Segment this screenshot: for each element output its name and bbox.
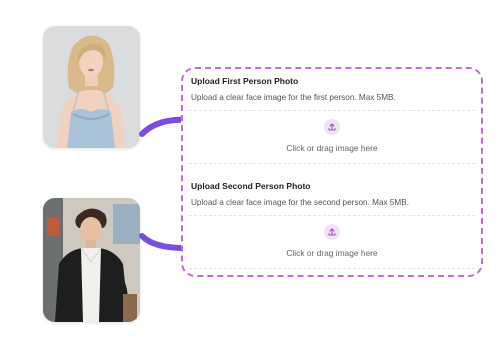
second-person-dropzone[interactable]: Click or drag image here	[189, 215, 475, 269]
first-person-dropzone-text: Click or drag image here	[286, 143, 378, 153]
first-person-upload-section: Upload First Person Photo Upload a clear…	[189, 75, 475, 164]
second-person-upload-title: Upload Second Person Photo	[191, 181, 311, 191]
stage: Upload First Person Photo Upload a clear…	[0, 0, 500, 347]
second-person-upload-description: Upload a clear face image for the second…	[191, 198, 409, 207]
second-person-photo	[43, 198, 140, 322]
first-person-upload-title: Upload First Person Photo	[191, 76, 299, 86]
second-person-upload-section: Upload Second Person Photo Upload a clea…	[189, 180, 475, 269]
upload-icon	[324, 119, 340, 135]
first-person-photo	[43, 26, 140, 148]
second-person-dropzone-text: Click or drag image here	[286, 248, 378, 258]
first-person-dropzone[interactable]: Click or drag image here	[189, 110, 475, 164]
first-person-upload-description: Upload a clear face image for the first …	[191, 93, 396, 102]
upload-icon	[324, 224, 340, 240]
upload-panel: Upload First Person Photo Upload a clear…	[181, 67, 483, 277]
